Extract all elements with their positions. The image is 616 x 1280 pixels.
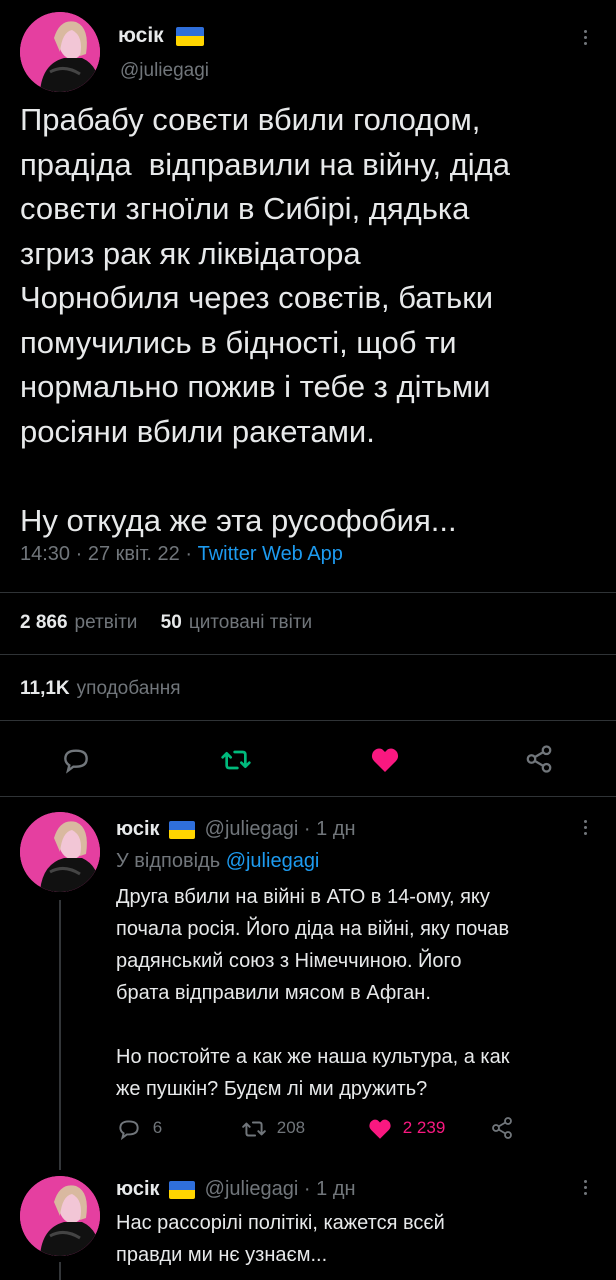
reply-text: Друга вбили на війні в АТО в 14-ому, яку…: [116, 886, 510, 1100]
likes-stat[interactable]: 11,1K уподобання: [20, 678, 199, 700]
divider: [0, 720, 616, 721]
tweet-meta: 14:30 · 27 квіт. 22 · Twitter Web App: [20, 543, 343, 566]
avatar[interactable]: [20, 812, 100, 892]
retweet-icon: [221, 750, 251, 770]
reply-header: юсік @juliegagi · 1 дн: [116, 1178, 356, 1201]
author-handle[interactable]: @juliegagi: [205, 818, 299, 840]
tweet-source[interactable]: Twitter Web App: [198, 543, 343, 565]
reply-text: Нас рассорілі політікі, кажется всєй пра…: [116, 1212, 445, 1266]
share-button[interactable]: [490, 1116, 514, 1140]
reply-icon: [64, 749, 88, 774]
reply-to-label: У відповідь: [116, 850, 221, 872]
meta-separator: ·: [185, 543, 193, 565]
ukraine-flag-icon: [169, 820, 196, 839]
like-icon: [369, 1119, 391, 1139]
reply-time[interactable]: 1 дн: [316, 818, 355, 840]
more-icon[interactable]: [583, 1180, 589, 1198]
avatar-image: [20, 1176, 100, 1256]
meta-separator: ·: [303, 818, 311, 840]
author-name[interactable]: юсік: [116, 1178, 160, 1200]
more-icon[interactable]: [583, 30, 589, 48]
like-count: 2 239: [402, 1118, 446, 1138]
share-icon: [492, 1117, 512, 1139]
retweets-stat[interactable]: 2 866 ретвіти: [20, 612, 161, 633]
tweet-date[interactable]: 27 квіт. 22: [88, 543, 180, 565]
avatar-image: [20, 12, 100, 92]
ukraine-flag-icon: [175, 26, 204, 46]
like-icon: [371, 748, 399, 772]
retweet-button[interactable]: [219, 744, 253, 781]
avatar[interactable]: [20, 1176, 100, 1256]
tweet-time[interactable]: 14:30: [20, 543, 70, 565]
like-button[interactable]: [368, 744, 402, 781]
retweet-count: 208: [276, 1118, 306, 1138]
quotes-count: 50: [160, 612, 182, 633]
ukraine-flag-icon: [169, 1180, 196, 1199]
divider: [0, 796, 616, 797]
tweet-text: Прабабу совєти вбили голодом, прадіда ві…: [20, 102, 511, 538]
reply-button[interactable]: [60, 744, 92, 781]
avatar[interactable]: [20, 12, 100, 92]
reply-to: У відповідь @juliegagi: [116, 850, 319, 873]
thread-line: [59, 1262, 61, 1280]
author-handle[interactable]: @juliegagi: [120, 60, 209, 82]
retweets-label: ретвіти: [74, 612, 138, 633]
likes-label: уподобання: [76, 678, 181, 699]
retweet-button[interactable]: 208: [240, 1116, 305, 1142]
like-button[interactable]: 2 239: [366, 1116, 445, 1142]
more-icon[interactable]: [583, 820, 589, 838]
reply-time[interactable]: 1 дн: [316, 1178, 355, 1200]
author-name[interactable]: юсік: [116, 818, 160, 840]
author-name-text: юсік: [118, 24, 164, 47]
thread-line: [59, 900, 61, 1170]
reply-count: 6: [152, 1118, 163, 1138]
divider: [0, 654, 616, 655]
retweet-quote-stats: 2 866 ретвіти 50 цитовані твіти: [20, 612, 330, 634]
reply-icon: [119, 1120, 139, 1141]
avatar-image: [20, 812, 100, 892]
author-name[interactable]: юсік: [118, 24, 204, 48]
share-button[interactable]: [524, 744, 554, 779]
likes-count: 11,1K: [20, 678, 70, 699]
share-icon: [526, 745, 552, 773]
quotes-label: цитовані твіти: [188, 612, 313, 633]
reply-button[interactable]: 6: [116, 1116, 162, 1142]
reply-to-handle[interactable]: @juliegagi: [226, 850, 320, 872]
retweet-icon: [242, 1121, 266, 1137]
author-handle[interactable]: @juliegagi: [205, 1178, 299, 1200]
meta-separator: ·: [75, 543, 83, 565]
reply-header: юсік @juliegagi · 1 дн: [116, 818, 356, 841]
divider: [0, 592, 616, 593]
quotes-stat[interactable]: 50 цитовані твіти: [161, 612, 330, 633]
meta-separator: ·: [303, 1178, 311, 1200]
retweets-count: 2 866: [20, 612, 68, 633]
